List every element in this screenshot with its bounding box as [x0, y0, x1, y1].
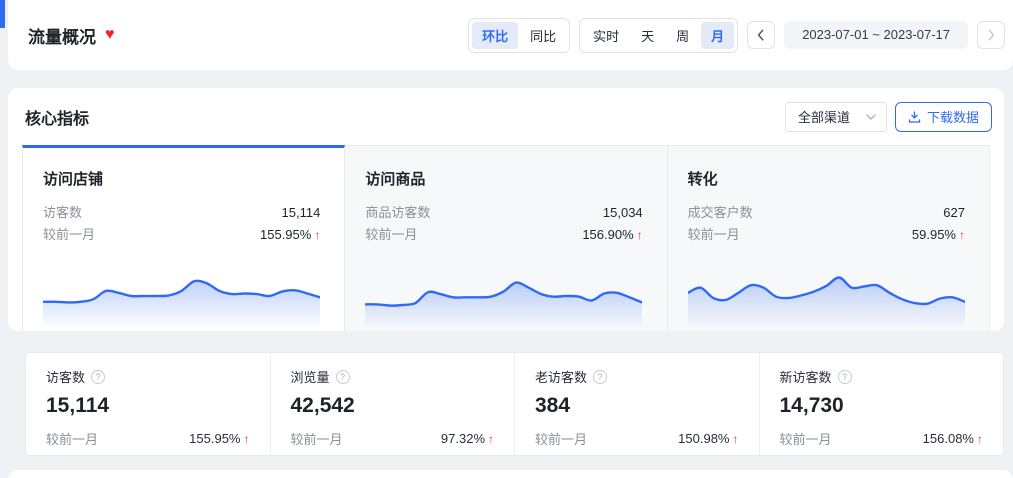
compare-row: 较前一月 156.90%↑	[365, 224, 642, 246]
metric-row: 商品访客数 15,034	[365, 202, 642, 224]
summary-metrics-card: 访客数 ? 15,114 较前一月 155.95% ↑ 浏览量 ? 42,542 …	[25, 352, 1004, 456]
tab-month[interactable]: 月	[701, 22, 734, 49]
channel-select-value: 全部渠道	[798, 107, 850, 126]
arrow-up-icon: ↑	[244, 432, 250, 446]
compare-value: 156.90%	[582, 224, 633, 246]
summary-label: 浏览量	[291, 367, 330, 386]
date-range-picker[interactable]: 2023-07-01 ~ 2023-07-17	[784, 21, 968, 49]
metric-value: 627	[943, 202, 965, 224]
prev-period-button[interactable]	[747, 21, 775, 49]
compare-row: 较前一月 155.95%↑	[43, 224, 320, 246]
core-metrics-header: 核心指标 全部渠道 下载数据	[8, 88, 1004, 145]
download-data-button[interactable]: 下载数据	[895, 102, 992, 132]
arrow-up-icon: ↑	[733, 432, 739, 446]
sparkline-chart	[43, 251, 320, 325]
next-section-edge	[8, 470, 1013, 478]
compare-label: 较前一月	[291, 429, 343, 448]
metric-value: 15,114	[282, 202, 321, 224]
download-button-label: 下载数据	[927, 107, 979, 126]
summary-value: 384	[535, 394, 739, 418]
summary-cell-returning-visitors: 老访客数 ? 384 较前一月 150.98% ↑	[514, 353, 759, 455]
tab-day[interactable]: 天	[631, 22, 664, 49]
compare-value: 155.95%	[260, 224, 311, 246]
chevron-down-icon	[866, 114, 876, 120]
next-period-button[interactable]	[977, 21, 1005, 49]
tab-visit-product[interactable]: 访问商品 商品访客数 15,034 较前一月 156.90%↑	[345, 145, 667, 331]
summary-value: 42,542	[291, 394, 495, 418]
metric-row: 成交客户数 627	[688, 202, 965, 224]
help-icon[interactable]: ?	[91, 370, 105, 384]
summary-cell-pageviews: 浏览量 ? 42,542 较前一月 97.32%↑	[270, 353, 515, 455]
compare-label: 较前一月	[780, 429, 832, 448]
metric-label: 商品访客数	[365, 202, 430, 224]
section-title: 核心指标	[25, 105, 89, 129]
compare-value: 156.08%	[923, 431, 974, 446]
favorite-heart-icon[interactable]: ♥	[105, 27, 115, 43]
compare-label: 较前一月	[365, 224, 417, 246]
channel-select[interactable]: 全部渠道	[785, 102, 887, 132]
metric-label: 成交客户数	[688, 202, 753, 224]
tab-title: 访问店铺	[43, 168, 320, 189]
tab-conversion[interactable]: 转化 成交客户数 627 较前一月 59.95%↑	[668, 145, 990, 331]
arrow-up-icon: ↑	[977, 432, 983, 446]
chevron-right-icon	[987, 29, 995, 41]
toggle-yoy[interactable]: 同比	[520, 22, 566, 49]
compare-label: 较前一月	[46, 429, 98, 448]
summary-cell-new-visitors: 新访客数 ? 14,730 较前一月 156.08%↑	[759, 353, 1004, 455]
chevron-left-icon	[757, 29, 765, 41]
metric-tab-group: 访问店铺 访客数 15,114 较前一月 155.95%↑ 访问商品 商品访客数…	[22, 145, 990, 331]
active-nav-indicator	[0, 0, 5, 28]
tab-week[interactable]: 周	[666, 22, 699, 49]
download-icon	[908, 111, 921, 123]
header-controls: 环比 同比 实时 天 周 月 2023-07-01 ~ 2023-07-17	[468, 18, 1005, 53]
tab-title: 访问商品	[365, 168, 642, 189]
compare-row: 较前一月 59.95%↑	[688, 224, 965, 246]
tab-title: 转化	[688, 168, 965, 189]
core-actions: 全部渠道 下载数据	[785, 102, 992, 132]
metric-row: 访客数 15,114	[43, 202, 320, 224]
help-icon[interactable]: ?	[838, 370, 852, 384]
arrow-up-icon: ↑	[488, 432, 494, 446]
summary-label: 老访客数	[535, 367, 587, 386]
help-icon[interactable]: ?	[336, 370, 350, 384]
compare-label: 较前一月	[43, 224, 95, 246]
summary-cell-visitors: 访客数 ? 15,114 较前一月 155.95% ↑	[26, 353, 270, 455]
compare-label: 较前一月	[688, 224, 740, 246]
tab-realtime[interactable]: 实时	[583, 22, 629, 49]
compare-value: 97.32%	[441, 431, 485, 446]
sparkline-chart	[688, 251, 965, 325]
arrow-up-icon: ↑	[314, 224, 320, 246]
compare-value: 150.98%	[678, 431, 729, 446]
tab-visit-shop[interactable]: 访问店铺 访客数 15,114 较前一月 155.95%↑	[22, 145, 345, 331]
summary-value: 15,114	[46, 394, 250, 418]
title-wrap: 流量概况 ♥	[28, 23, 115, 48]
header-bar: 流量概况 ♥ 环比 同比 实时 天 周 月 2023-07-01 ~ 2023-…	[8, 0, 1013, 70]
summary-label: 新访客数	[780, 367, 832, 386]
traffic-overview-page: 流量概况 ♥ 环比 同比 实时 天 周 月 2023-07-01 ~ 2023-…	[0, 0, 1013, 478]
summary-value: 14,730	[780, 394, 984, 418]
compare-value: 59.95%	[912, 224, 956, 246]
compare-value: 155.95%	[189, 431, 240, 446]
granularity-tabs: 实时 天 周 月	[579, 18, 738, 53]
help-icon[interactable]: ?	[593, 370, 607, 384]
toggle-mom[interactable]: 环比	[472, 22, 518, 49]
compare-toggle: 环比 同比	[468, 18, 570, 53]
core-metrics-card: 核心指标 全部渠道 下载数据 访问店铺 访客数 15,11	[8, 88, 1004, 331]
compare-label: 较前一月	[535, 429, 587, 448]
sparkline-chart	[365, 251, 642, 325]
page-title: 流量概况	[28, 23, 96, 48]
metric-value: 15,034	[603, 202, 643, 224]
summary-label: 访客数	[46, 367, 85, 386]
arrow-up-icon: ↑	[959, 224, 965, 246]
metric-label: 访客数	[43, 202, 82, 224]
arrow-up-icon: ↑	[637, 224, 643, 246]
